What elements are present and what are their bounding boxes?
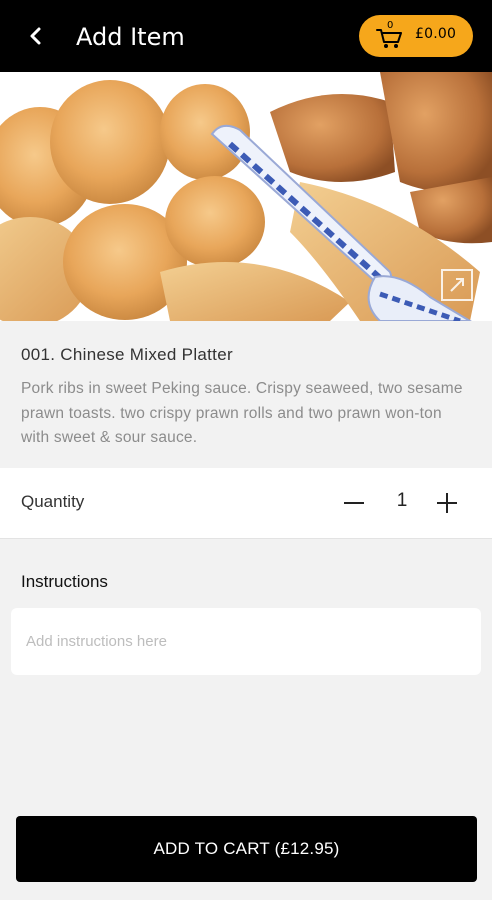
- cart-count-badge: 0: [387, 20, 394, 31]
- decrease-quantity-button[interactable]: [338, 486, 370, 520]
- item-name: 001. Chinese Mixed Platter: [21, 345, 233, 364]
- expand-icon: [441, 269, 473, 301]
- add-to-cart-button[interactable]: ADD TO CART (£12.95): [16, 816, 477, 882]
- item-image: [0, 72, 492, 321]
- back-button[interactable]: [22, 20, 50, 52]
- item-details: 001. Chinese Mixed Platter Pork ribs in …: [0, 321, 492, 468]
- instructions-input[interactable]: [11, 608, 481, 675]
- cart-total: £0.00: [415, 26, 457, 42]
- top-app-bar: Add Item 0 £0.00: [0, 0, 492, 72]
- add-to-cart-label: ADD TO CART (£12.95): [153, 839, 340, 858]
- page-title: Add Item: [76, 23, 185, 51]
- cart-button[interactable]: 0 £0.00: [359, 15, 473, 57]
- plus-icon: [437, 493, 457, 513]
- quantity-label: Quantity: [21, 492, 85, 511]
- food-photo: [0, 72, 492, 321]
- quantity-row: Quantity 1: [0, 468, 492, 539]
- increase-quantity-button[interactable]: [430, 486, 464, 520]
- expand-image-button[interactable]: [440, 268, 474, 302]
- instructions-label: Instructions: [21, 572, 108, 591]
- chevron-left-icon: [30, 27, 41, 45]
- minus-icon: [344, 502, 364, 504]
- item-description: Pork ribs in sweet Peking sauce. Crispy …: [21, 380, 463, 446]
- quantity-value: 1: [396, 490, 408, 511]
